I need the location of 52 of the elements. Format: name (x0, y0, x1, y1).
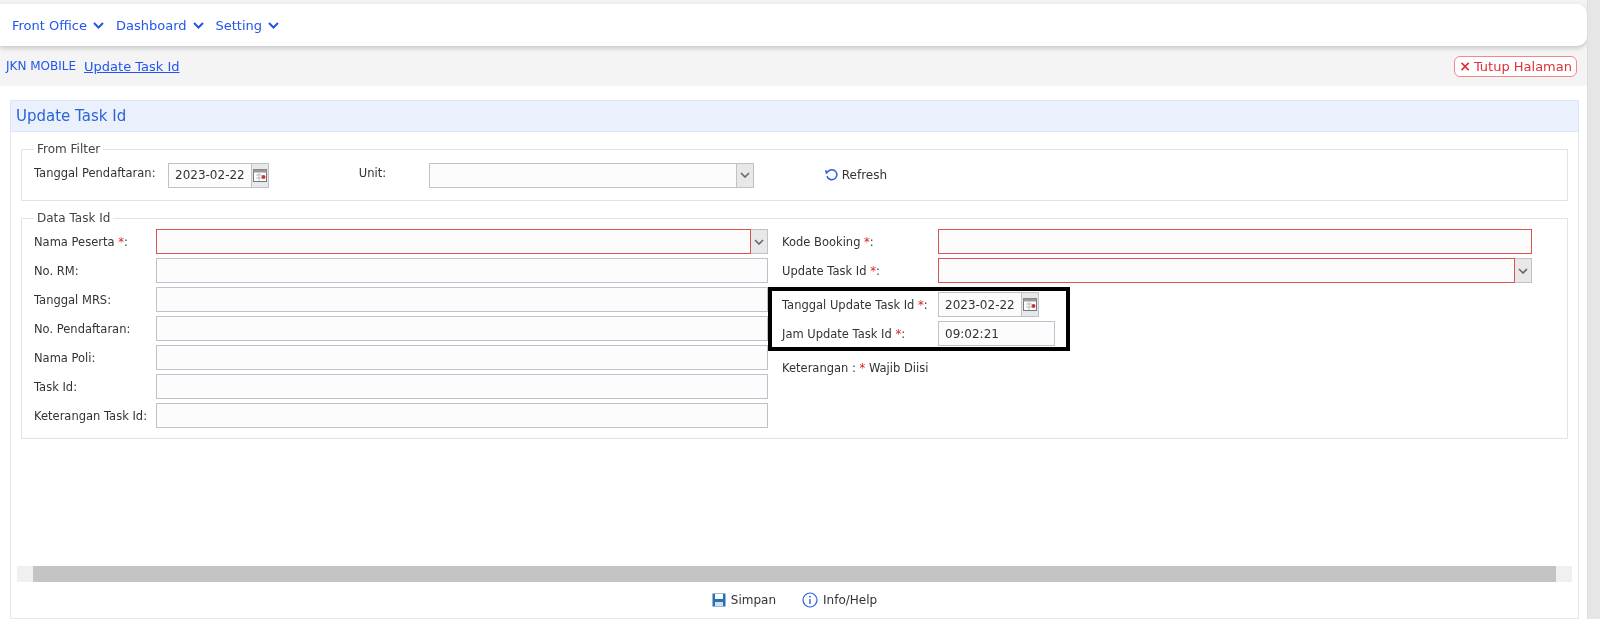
chevron-down-icon (192, 21, 204, 29)
breadcrumb-link[interactable]: JKN MOBILE (6, 59, 77, 73)
calendar-icon[interactable] (252, 168, 267, 182)
vertical-scrollbar[interactable] (1587, 0, 1600, 619)
field-label: Keterangan Task Id: (34, 408, 149, 423)
refresh-button[interactable]: Refresh (823, 168, 888, 182)
input-field[interactable] (156, 316, 768, 341)
dropdown-field[interactable] (428, 162, 754, 188)
input-field[interactable] (156, 374, 768, 399)
field-label: Kode Booking *: (782, 234, 875, 249)
close-page-button[interactable]: × Tutup Halaman (1454, 55, 1577, 77)
menu-item[interactable]: Dashboard (115, 17, 204, 33)
input-field[interactable] (938, 229, 1532, 254)
field-label: No. RM: (34, 263, 80, 278)
dropdown-caret-icon[interactable] (754, 238, 764, 245)
menu-item[interactable]: Front Office (12, 17, 104, 33)
menu-item[interactable]: Setting (215, 17, 280, 33)
field-label: Update Task Id *: (782, 263, 881, 278)
field-label: Nama Peserta *: (34, 234, 129, 249)
field-label: Tanggal Pendaftaran: (34, 166, 157, 180)
save-button[interactable]: Simpan (711, 593, 777, 607)
dropdown-caret-icon[interactable] (739, 172, 750, 178)
field-label: Tanggal Update Task Id *: (782, 297, 929, 312)
help-button[interactable]: Info/Help (802, 592, 878, 608)
breadcrumb-link[interactable]: Update Task Id (84, 58, 180, 74)
date-field[interactable]: 2023-02-22 (938, 292, 1039, 317)
close-icon: × (1459, 59, 1471, 73)
field-label: Jam Update Task Id *: (782, 326, 907, 341)
date-field[interactable]: 2023-02-22 (168, 162, 269, 188)
field-label: Tanggal MRS: (34, 292, 113, 307)
dropdown-field[interactable] (938, 258, 1532, 283)
dropdown-field[interactable] (156, 229, 768, 254)
chevron-down-icon (92, 21, 104, 29)
fieldset-legend: From Filter (34, 142, 104, 156)
refresh-icon (823, 168, 840, 182)
horizontal-scrollbar[interactable] (17, 566, 1572, 582)
required-note: Keterangan : * Wajib Diisi (782, 361, 930, 375)
field-label: Unit: (358, 166, 388, 180)
calendar-icon[interactable] (1022, 298, 1037, 311)
input-field[interactable] (156, 258, 768, 283)
field-label: No. Pendaftaran: (34, 321, 132, 336)
field-label: Task Id: (34, 379, 79, 394)
input-field[interactable] (156, 287, 768, 312)
input-field[interactable]: 09:02:21 (938, 321, 1055, 346)
panel-title: Update Task Id (10, 100, 1579, 132)
input-field[interactable] (156, 403, 768, 428)
field-label: Nama Poli: (34, 350, 97, 365)
info-icon (802, 592, 819, 608)
input-field[interactable] (156, 345, 768, 370)
dropdown-caret-icon[interactable] (1518, 267, 1528, 274)
chevron-down-icon (268, 21, 280, 29)
fieldset-legend: Data Task Id (34, 211, 114, 225)
